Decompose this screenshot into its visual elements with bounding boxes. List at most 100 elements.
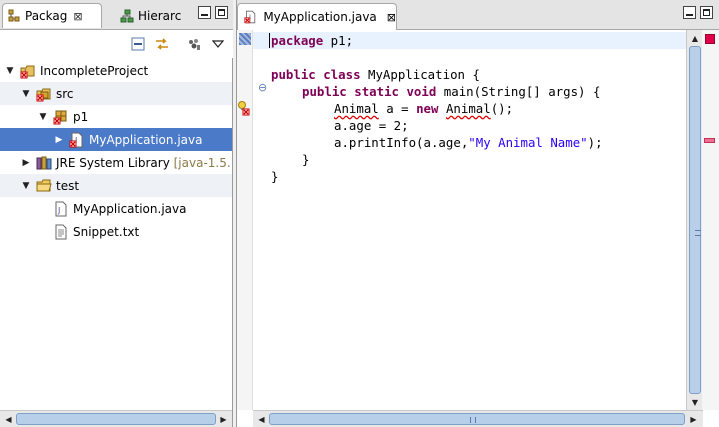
keyword: package — [271, 33, 324, 48]
code-text: main(String[] args) { — [436, 84, 601, 99]
scroll-left-icon[interactable]: ◀ — [2, 413, 15, 426]
code-area[interactable]: package p1; public class MyApplication {… — [253, 30, 686, 410]
code-text: a.printInfo(a.age, — [334, 135, 469, 150]
tab-hierarchy[interactable]: Hierarc — [116, 3, 196, 28]
package-explorer-view: Packag ⊠ Hierarc ▼ IncompleteProject ▼ s… — [0, 0, 233, 427]
code-line-4: public static void main(String[] args) { — [302, 83, 600, 100]
minimize-icon[interactable] — [683, 6, 696, 19]
string-literal: "My Animal Name" — [468, 135, 588, 150]
code-line-9: } — [271, 169, 279, 184]
expand-icon[interactable]: ▼ — [37, 111, 49, 123]
tree-item-label: MyApplication.java — [89, 132, 203, 147]
keyword: public — [302, 84, 347, 99]
source-folder-icon — [36, 88, 51, 101]
code-line-8: } — [302, 152, 310, 167]
editor-vertical-scrollbar[interactable]: ▲ ▼ — [686, 30, 702, 410]
svg-text:J: J — [57, 206, 60, 215]
scroll-left-icon[interactable]: ◀ — [255, 413, 268, 426]
tree-item-jre-system-library[interactable]: ▶ JRE System Library [java-1.5. — [0, 151, 232, 174]
ruler-marker — [239, 33, 251, 45]
link-with-editor-icon[interactable] — [154, 36, 170, 52]
folder-icon — [36, 179, 52, 191]
tree-item-snippet-txt[interactable]: Snippet.txt — [0, 220, 232, 243]
tree-item-src[interactable]: ▼ src — [0, 82, 232, 105]
library-icon — [36, 156, 52, 169]
package-icon — [53, 110, 67, 124]
code-text: p1; — [323, 33, 354, 48]
code-text: MyApplication { — [360, 67, 480, 82]
tab-package-explorer[interactable]: Packag ⊠ — [2, 3, 102, 28]
java-project-icon: J — [20, 65, 35, 78]
keyword: new — [416, 101, 439, 116]
tree-item-test[interactable]: ▼ test — [0, 174, 232, 197]
java-editor: J MyApplication.java ⊠ package p1; publi… — [236, 0, 719, 427]
expand-icon[interactable]: ▶ — [20, 157, 32, 169]
library-name: JRE System Library — [56, 155, 170, 170]
error-quickfix-icon[interactable] — [237, 100, 251, 116]
code-text: (); — [490, 101, 514, 116]
keyword: public — [271, 67, 316, 82]
tree-item-test-myapplication-java[interactable]: J MyApplication.java — [0, 197, 232, 220]
expand-icon[interactable]: ▼ — [4, 65, 16, 77]
filter-icon[interactable] — [186, 36, 202, 52]
left-horizontal-scrollbar[interactable]: ◀ ▶ — [0, 410, 232, 427]
tree-item-p1[interactable]: ▼ p1 — [0, 105, 232, 128]
view-toolbar — [0, 30, 233, 58]
grip-icon — [470, 417, 476, 423]
code-line-3: public class MyApplication { — [271, 66, 480, 83]
scroll-right-icon[interactable]: ▶ — [217, 413, 230, 426]
error-marker[interactable] — [704, 138, 715, 143]
scroll-right-icon[interactable]: ▶ — [687, 413, 700, 426]
java-file-error-icon: J — [69, 132, 83, 147]
fold-icon[interactable]: ⊖ — [258, 81, 267, 94]
tree-item-label: JRE System Library [java-1.5. — [56, 156, 231, 170]
tree-item-label: src — [56, 86, 74, 101]
collapse-all-icon[interactable] — [130, 36, 146, 52]
code-line-5: Animal a = new Animal(); — [334, 100, 513, 117]
package-explorer-icon — [8, 9, 20, 22]
code-line-7: a.printInfo(a.age,"My Animal Name"); — [334, 134, 603, 151]
code-line-6: a.age = 2; — [334, 118, 409, 133]
error-token[interactable]: Animal — [334, 101, 379, 116]
scroll-down-icon[interactable]: ▼ — [688, 395, 702, 409]
expand-icon[interactable]: ▶ — [53, 134, 65, 146]
expand-icon[interactable]: ▼ — [20, 180, 32, 192]
tree-item-label: IncompleteProject — [40, 63, 149, 78]
text-caret — [269, 33, 270, 48]
editor-tab-label: MyApplication.java — [263, 10, 377, 24]
code-text: ); — [587, 135, 603, 150]
project-tree: ▼ J IncompleteProject ▼ src ▼ — [0, 58, 232, 410]
keyword: class — [323, 67, 361, 82]
text-file-icon — [55, 224, 67, 239]
keyword: static — [354, 84, 399, 99]
scroll-thumb[interactable] — [16, 413, 216, 425]
expand-icon[interactable]: ▼ — [20, 88, 32, 100]
hierarchy-icon — [120, 9, 134, 22]
minimize-icon[interactable] — [198, 6, 211, 19]
library-version: [java-1.5. — [173, 155, 231, 170]
editor-horizontal-scrollbar[interactable]: ◀ ▶ — [253, 410, 703, 427]
tree-item-myapplication-java[interactable]: ▶ J MyApplication.java — [0, 128, 232, 151]
close-icon[interactable]: ⊠ — [387, 11, 396, 24]
java-file-error-icon: J — [244, 10, 256, 24]
view-menu-icon[interactable] — [210, 36, 226, 52]
tree-item-label: Snippet.txt — [73, 224, 140, 239]
code-text: a = — [378, 101, 417, 116]
scroll-thumb[interactable] — [269, 413, 685, 425]
maximize-icon[interactable] — [215, 6, 228, 19]
tree-item-incomplete-project[interactable]: ▼ J IncompleteProject — [0, 59, 232, 82]
editor-tab-bar: J MyApplication.java ⊠ — [237, 0, 719, 30]
error-summary-icon[interactable] — [705, 34, 715, 44]
code-line-1: package p1; — [271, 32, 353, 49]
tree-item-label: p1 — [73, 109, 89, 124]
tab-myapplication-java[interactable]: J MyApplication.java ⊠ — [237, 3, 397, 30]
scroll-thumb[interactable] — [689, 46, 701, 394]
error-token[interactable]: Animal — [446, 101, 491, 116]
vertical-ruler — [237, 30, 253, 410]
scroll-up-icon[interactable]: ▲ — [688, 31, 702, 45]
grip-icon — [695, 230, 701, 236]
maximize-icon[interactable] — [700, 6, 713, 19]
tab-label: Packag — [25, 9, 68, 23]
keyword: void — [406, 84, 437, 99]
close-icon[interactable]: ⊠ — [73, 10, 82, 23]
